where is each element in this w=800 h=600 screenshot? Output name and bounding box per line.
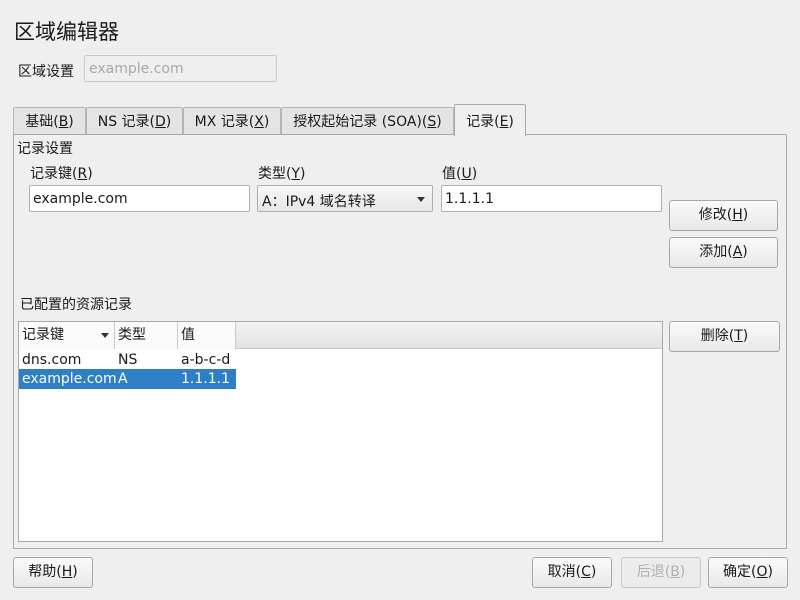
column-header-value[interactable]: 值: [178, 322, 236, 349]
add-button[interactable]: 添加(A): [669, 237, 778, 268]
back-button: 后退(B): [621, 557, 701, 588]
record-value-label: 值(U): [442, 166, 478, 182]
zone-settings-label: 区域设置: [18, 64, 74, 80]
column-header-type[interactable]: 类型: [115, 322, 178, 349]
cancel-button[interactable]: 取消(C): [532, 557, 612, 588]
cell-key: example.com: [22, 371, 117, 387]
cell-value: a-b-c-d: [181, 352, 231, 368]
record-settings-title: 记录设置: [17, 141, 73, 157]
records-list-title: 已配置的资源记录: [20, 297, 132, 313]
table-row[interactable]: dns.com NS a-b-c-d: [19, 350, 236, 370]
table-row-selected[interactable]: example.com A 1.1.1.1: [19, 369, 236, 389]
records-table[interactable]: 记录键 类型 值 dns.com NS a-b-c-d example.com …: [18, 321, 663, 542]
window-title: 区域编辑器: [14, 20, 119, 44]
tab-records[interactable]: 记录(E): [454, 104, 526, 136]
zone-name-input[interactable]: example.com: [84, 55, 277, 82]
cell-type: NS: [118, 352, 138, 368]
tab-soa[interactable]: 授权起始记录 (SOA)(S): [281, 107, 454, 135]
tab-ns-records[interactable]: NS 记录(D): [86, 107, 183, 135]
record-type-label: 类型(Y): [258, 166, 306, 182]
moon-icon[interactable]: [766, 18, 782, 36]
cell-value: 1.1.1.1: [181, 371, 230, 387]
help-button[interactable]: 帮助(H): [13, 557, 93, 588]
chevron-down-icon: [417, 197, 425, 202]
modify-button[interactable]: 修改(H): [669, 200, 778, 231]
cell-key: dns.com: [22, 352, 82, 368]
delete-button[interactable]: 删除(T): [669, 321, 780, 352]
sort-down-icon: [101, 333, 109, 338]
record-type-select[interactable]: A：IPv4 域名转译: [257, 185, 433, 212]
cell-type: A: [118, 371, 128, 387]
column-header-key[interactable]: 记录键: [19, 322, 115, 349]
tab-mx-records[interactable]: MX 记录(X): [183, 107, 281, 135]
record-value-input[interactable]: 1.1.1.1: [441, 185, 662, 212]
tab-basic[interactable]: 基础(B): [13, 107, 86, 135]
record-key-label: 记录键(R): [30, 166, 93, 182]
record-key-input[interactable]: example.com: [29, 185, 250, 212]
ok-button[interactable]: 确定(O): [708, 557, 788, 588]
